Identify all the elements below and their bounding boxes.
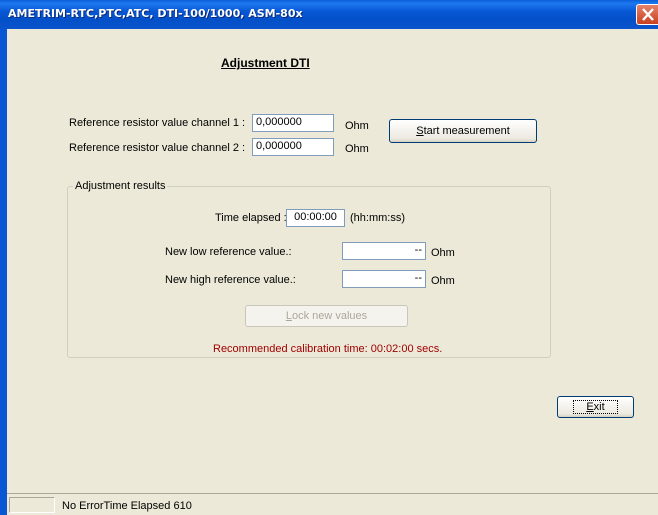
channel2-label: Reference resistor value channel 2 : [69, 142, 246, 154]
recommended-calibration-text: Recommended calibration time: 00:02:00 s… [213, 343, 443, 355]
time-elapsed-field: 00:00:00 [286, 209, 345, 227]
high-reference-label: New high reference value.: [165, 274, 296, 286]
high-reference-field: -- [342, 270, 426, 288]
time-format-label: (hh:mm:ss) [350, 212, 405, 224]
group-title: Adjustment results [73, 180, 168, 192]
exit-accel: E [586, 401, 594, 413]
low-reference-label: New low reference value.: [165, 246, 292, 258]
low-reference-unit: Ohm [431, 247, 455, 259]
channel1-input[interactable]: 0,000000 [252, 114, 334, 132]
channel2-input[interactable]: 0,000000 [252, 138, 334, 156]
start-measurement-button[interactable]: Start measurement [389, 119, 537, 143]
exit-label: xit [593, 401, 605, 413]
channel1-label: Reference resistor value channel 1 : [69, 117, 246, 129]
status-text: No ErrorTime Elapsed 610 [62, 500, 192, 512]
close-button[interactable] [636, 4, 658, 25]
status-pane-empty [9, 497, 55, 513]
lock-label: ock new values [291, 310, 368, 322]
channel1-unit: Ohm [345, 120, 369, 132]
channel2-unit: Ohm [345, 143, 369, 155]
start-accel: S [416, 125, 424, 137]
time-elapsed-label: Time elapsed : [215, 212, 287, 224]
start-label: tart measurement [423, 125, 510, 137]
close-icon [642, 8, 654, 21]
exit-button[interactable]: Exit [557, 396, 634, 418]
window-frame-left [0, 29, 7, 515]
page-title: Adjustment DTI [221, 56, 310, 70]
low-reference-field: -- [342, 242, 426, 260]
window-title: AMETRIM-RTC,PTC,ATC, DTI-100/1000, ASM-8… [8, 7, 303, 20]
high-reference-unit: Ohm [431, 275, 455, 287]
lock-new-values-button[interactable]: Lock new values [245, 305, 408, 327]
